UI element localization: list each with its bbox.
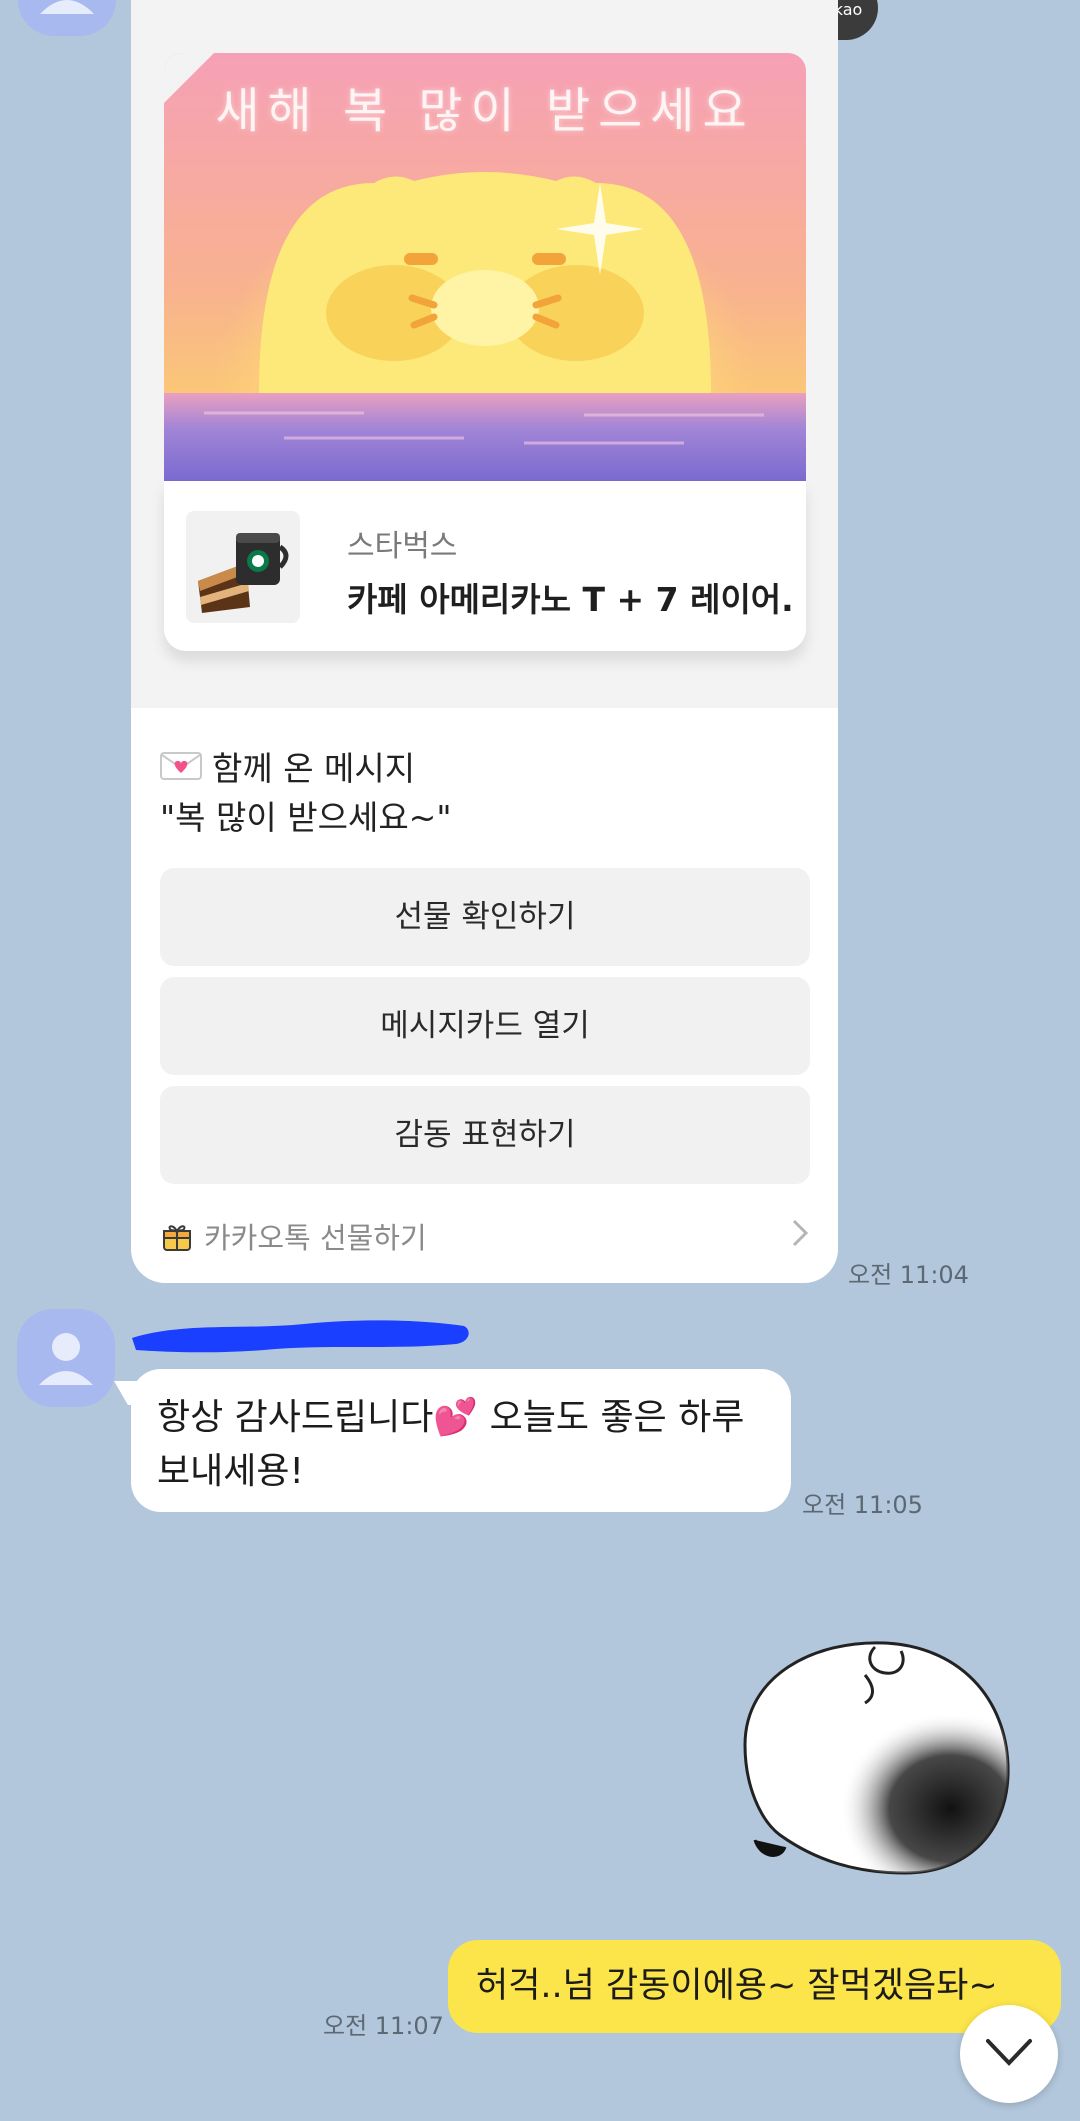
chevron-right-icon — [792, 1219, 809, 1247]
incoming-message-line-1: 항상 감사드립니다💕 오늘도 좋은 하루 — [157, 1397, 745, 1438]
outgoing-message-bubble[interactable]: 허걱..넘 감동이에용~ 잘먹겠음돠~ — [448, 1940, 1061, 2033]
message-text: "복 많이 받으세요~" — [160, 798, 452, 837]
kakao-gift-footer[interactable]: 카카오톡 선물하기 — [160, 1214, 810, 1258]
gift-card-time: 오전 11:04 — [848, 1261, 969, 1289]
bubble-tail — [114, 1381, 152, 1405]
sender-avatar[interactable] — [17, 1309, 115, 1407]
sticker-image[interactable] — [725, 1635, 1015, 1889]
product-info[interactable]: 스타벅스 카페 아메리카노 T + 7 레이어. — [164, 481, 806, 651]
product-image — [186, 511, 300, 623]
person-icon — [39, 1333, 93, 1385]
product-brand: 스타벅스 — [347, 529, 458, 564]
express-thanks-button[interactable]: 감동 표현하기 — [160, 1086, 810, 1184]
round-character-sticker — [743, 1641, 1010, 1875]
open-message-card-button[interactable]: 메시지카드 열기 — [160, 977, 810, 1075]
sender-name-redacted — [129, 1318, 479, 1353]
gift-card-message[interactable]: 새해 복 많이 받으세요 스타벅스 카페 아메리카노 T + 7 레이어. 함께… — [131, 0, 838, 1283]
message-label-row: 함께 온 메시지 — [160, 742, 415, 790]
kakao-gift-label: 카카오톡 선물하기 — [204, 1221, 427, 1255]
envelope-heart-icon — [160, 752, 202, 780]
incoming-message-line-2: 보내세용! — [157, 1451, 304, 1492]
scroll-to-bottom-button[interactable] — [960, 2005, 1058, 2103]
message-label: 함께 온 메시지 — [212, 749, 416, 788]
check-gift-button[interactable]: 선물 확인하기 — [160, 868, 810, 966]
gift-box-icon — [163, 1225, 191, 1251]
person-icon — [40, 0, 94, 14]
new-year-card-image[interactable]: 새해 복 많이 받으세요 — [164, 53, 806, 481]
avatar-top[interactable] — [18, 0, 116, 36]
product-name: 카페 아메리카노 T + 7 레이어. — [347, 580, 794, 619]
incoming-message-time: 오전 11:05 — [802, 1491, 923, 1519]
outgoing-message-time: 오전 11:07 — [323, 2012, 444, 2040]
outgoing-message-text: 허걱..넘 감동이에용~ 잘먹겠음돠~ — [476, 1966, 998, 2006]
card-headline: 새해 복 많이 받으세요 — [215, 83, 755, 139]
chevron-down-icon — [986, 2039, 1032, 2066]
incoming-message-bubble[interactable]: 항상 감사드립니다💕 오늘도 좋은 하루 보내세용! — [114, 1369, 791, 1512]
